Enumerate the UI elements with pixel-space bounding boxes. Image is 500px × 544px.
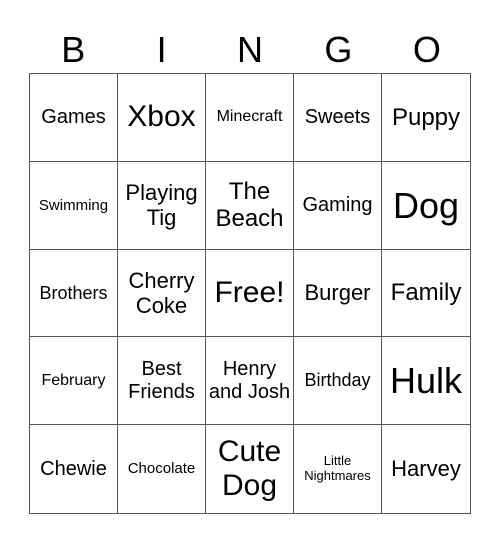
bingo-cell[interactable]: The Beach <box>206 161 294 250</box>
bingo-cell[interactable]: Sweets <box>294 74 382 162</box>
bingo-cell[interactable]: Chocolate <box>118 425 206 513</box>
bingo-cell[interactable]: Chewie <box>30 425 118 513</box>
bingo-cell[interactable]: Cute Dog <box>206 425 294 513</box>
bingo-cell[interactable]: Henry and Josh <box>206 337 294 426</box>
header-letter-i: I <box>156 29 167 70</box>
bingo-cell[interactable]: Xbox <box>118 74 206 162</box>
bingo-grid: Games Xbox Minecraft Sweets Puppy Swimmi… <box>29 73 471 514</box>
bingo-cell[interactable]: Burger <box>294 249 382 338</box>
bingo-cell[interactable]: Family <box>382 250 470 338</box>
bingo-cell[interactable]: Harvey <box>382 425 470 513</box>
bingo-cell[interactable]: Swimming <box>30 161 118 250</box>
bingo-header: B I N G O <box>29 28 471 72</box>
header-letter-g: G <box>324 29 353 70</box>
bingo-cell-free[interactable]: Free! <box>206 249 294 338</box>
bingo-cell[interactable]: Cherry Coke <box>118 249 206 338</box>
bingo-cell[interactable]: Puppy <box>382 74 470 162</box>
bingo-cell[interactable]: Games <box>30 74 118 162</box>
bingo-cell[interactable]: Birthday <box>294 337 382 426</box>
header-letter-b: B <box>61 29 86 70</box>
bingo-cell[interactable]: Little Nightmares <box>294 425 382 513</box>
header-letter-o: O <box>412 29 441 70</box>
bingo-cell[interactable]: Playing Tig <box>118 161 206 250</box>
header-letter-n: N <box>237 29 264 70</box>
bingo-cell[interactable]: Brothers <box>30 249 118 338</box>
bingo-cell[interactable]: Hulk <box>382 337 470 426</box>
bingo-cell[interactable]: February <box>30 337 118 426</box>
bingo-cell[interactable]: Dog <box>382 162 470 250</box>
bingo-cell[interactable]: Minecraft <box>206 74 294 162</box>
bingo-cell[interactable]: Gaming <box>294 161 382 250</box>
bingo-cell[interactable]: Best Friends <box>118 337 206 426</box>
